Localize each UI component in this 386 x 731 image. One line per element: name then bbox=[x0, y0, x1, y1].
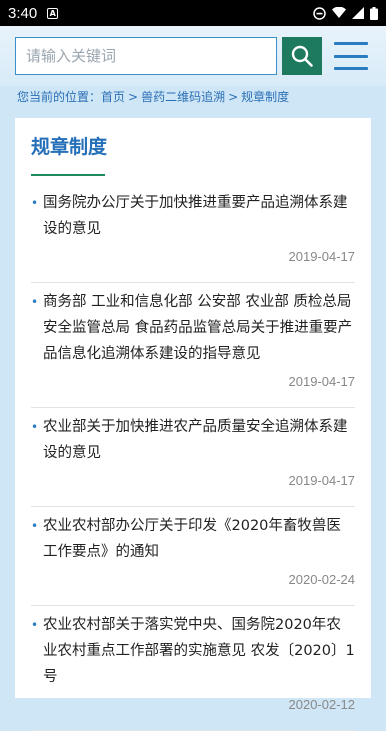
content-card: 规章制度 • 国务院办公厅关于加快推进重要产品追溯体系建设的意见 2019-04… bbox=[15, 118, 371, 731]
list-item-row: • 商务部 工业和信息化部 公安部 农业部 质检总局 安全监管总局 食品药品监管… bbox=[31, 289, 355, 367]
article-title-link[interactable]: 农业农村部关于落实党中央、国务院2020年农业农村重点工作部署的实施意见 农发〔… bbox=[43, 612, 355, 690]
article-date: 2019-04-17 bbox=[288, 374, 356, 389]
article-title-link[interactable]: 农业农村部办公厅关于印发《2020年畜牧兽医工作要点》的通知 bbox=[43, 513, 355, 565]
menu-button[interactable] bbox=[334, 42, 368, 70]
list-item[interactable]: • 国务院办公厅关于加快推进重要产品追溯体系建设的意见 2019-04-17 bbox=[31, 184, 355, 283]
list-item[interactable]: • 农业农村部办公厅关于印发《2020年畜牧兽医工作要点》的通知 2020-02… bbox=[31, 507, 355, 606]
article-title-link[interactable]: 商务部 工业和信息化部 公安部 农业部 质检总局 安全监管总局 食品药品监管总局… bbox=[43, 289, 355, 367]
status-bar: 3:40 A bbox=[0, 0, 386, 26]
bullet-icon: • bbox=[31, 420, 39, 434]
list-item[interactable]: • 农业部关于加快推进农产品质量安全追溯体系建设的意见 2019-04-17 bbox=[31, 408, 355, 507]
list-item[interactable]: • 商务部 工业和信息化部 公安部 农业部 质检总局 安全监管总局 食品药品监管… bbox=[31, 283, 355, 408]
breadcrumb-separator: > bbox=[228, 90, 239, 104]
article-title-link[interactable]: 国务院办公厅关于加快推进重要产品追溯体系建设的意见 bbox=[43, 190, 355, 242]
bullet-icon: • bbox=[31, 295, 39, 309]
search-input[interactable] bbox=[15, 37, 277, 75]
menu-icon-bar bbox=[334, 42, 368, 45]
list-item-row: • 农业部关于加快推进农产品质量安全追溯体系建设的意见 bbox=[31, 414, 355, 466]
signal-icon bbox=[352, 7, 364, 19]
list-item-row: • 农业农村部办公厅关于印发《2020年畜牧兽医工作要点》的通知 bbox=[31, 513, 355, 565]
article-list: • 国务院办公厅关于加快推进重要产品追溯体系建设的意见 2019-04-17 •… bbox=[31, 184, 355, 731]
article-date: 2020-02-12 bbox=[288, 697, 356, 712]
article-date: 2020-02-24 bbox=[288, 572, 356, 587]
bullet-icon: • bbox=[31, 519, 39, 533]
do-not-disturb-icon bbox=[313, 6, 326, 20]
breadcrumb-home-link[interactable]: 首页 bbox=[101, 90, 125, 104]
article-title-link[interactable]: 农业部关于加快推进农产品质量安全追溯体系建设的意见 bbox=[43, 414, 355, 466]
header bbox=[0, 26, 386, 86]
notification-icon: A bbox=[47, 7, 59, 19]
list-item[interactable]: • 农业农村部关于落实党中央、国务院2020年农业农村重点工作部署的实施意见 农… bbox=[31, 606, 355, 731]
wifi-icon bbox=[332, 7, 346, 18]
list-item-row: • 农业农村部关于落实党中央、国务院2020年农业农村重点工作部署的实施意见 农… bbox=[31, 612, 355, 690]
menu-icon-bar bbox=[334, 67, 368, 70]
breadcrumb-current[interactable]: 规章制度 bbox=[241, 90, 289, 104]
breadcrumb: 您当前的位置：首页 > 兽药二维码追溯 > 规章制度 bbox=[17, 88, 289, 105]
battery-icon bbox=[370, 6, 378, 20]
article-date: 2019-04-17 bbox=[288, 249, 356, 264]
page-title: 规章制度 bbox=[31, 136, 108, 158]
bullet-icon: • bbox=[31, 618, 39, 632]
search-icon bbox=[291, 45, 313, 67]
breadcrumb-section-link[interactable]: 兽药二维码追溯 bbox=[141, 90, 225, 104]
menu-icon-bar bbox=[334, 54, 368, 58]
status-icons bbox=[313, 6, 378, 20]
status-time: 3:40 bbox=[8, 4, 38, 22]
article-date: 2019-04-17 bbox=[288, 473, 356, 488]
breadcrumb-separator: > bbox=[128, 90, 139, 104]
title-underline bbox=[31, 174, 105, 176]
bullet-icon: • bbox=[31, 196, 39, 210]
breadcrumb-prefix: 您当前的位置： bbox=[17, 90, 102, 104]
search-button[interactable] bbox=[282, 37, 322, 75]
list-item-row: • 国务院办公厅关于加快推进重要产品追溯体系建设的意见 bbox=[31, 190, 355, 242]
